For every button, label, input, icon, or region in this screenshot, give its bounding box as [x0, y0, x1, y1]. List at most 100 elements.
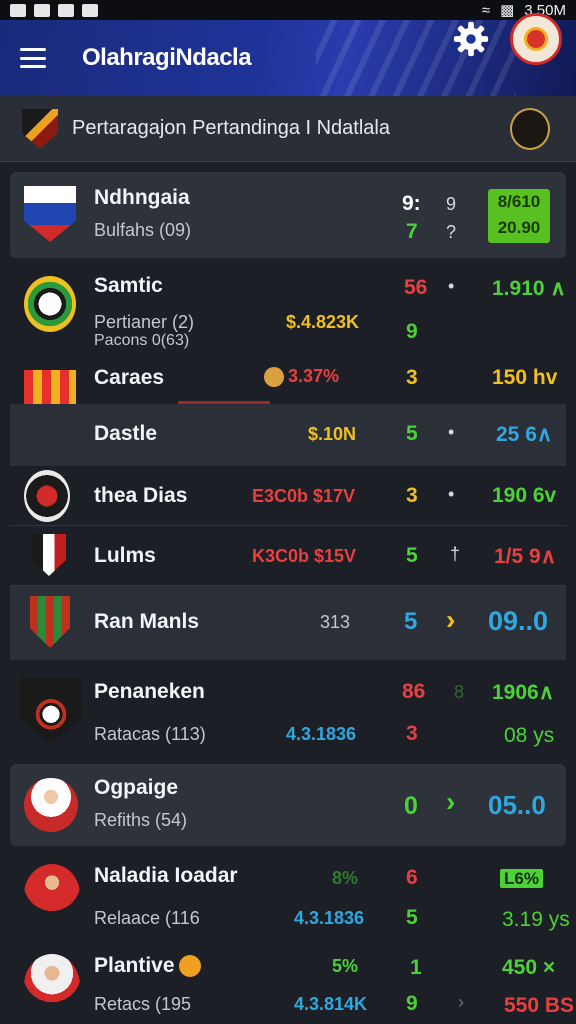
team-shield-icon	[30, 596, 70, 648]
score-value: 3	[406, 366, 418, 389]
match-row[interactable]: Dastle $.10N 5 • 25 6∧	[10, 404, 566, 466]
price-value[interactable]: 1906∧	[492, 680, 554, 705]
subheader: Pertaragajon Pertandinga I Ndatlala	[0, 96, 576, 162]
trend-indicator: 9	[446, 194, 457, 214]
odds-box-top: 8/610	[497, 192, 541, 211]
score-value: 9	[406, 320, 418, 343]
odds-value-2: 4.3.814K	[294, 994, 368, 1014]
team-name: Plantive	[94, 954, 201, 978]
score-value: 9	[406, 992, 418, 1015]
league-badge-icon[interactable]	[510, 108, 550, 150]
price-value[interactable]: L6%	[500, 866, 543, 890]
odds-value: 8%	[332, 868, 359, 888]
price-value[interactable]: 09..0	[488, 606, 548, 637]
price-value-2: 08 ys	[504, 724, 555, 747]
status-bar: ≈ ▩ 3.50M	[0, 0, 576, 20]
price-value[interactable]: 1.910 ∧	[492, 276, 566, 301]
team-subtitle: Pertianer (2)	[94, 312, 195, 332]
team-subtitle: Relaace (116	[94, 908, 200, 928]
trend-indicator: •	[448, 276, 455, 296]
team-shield-icon	[20, 678, 82, 744]
team-name: thea Dias	[94, 484, 188, 507]
team-subtitle: Refiths (54)	[94, 810, 188, 830]
price-value-2: 550 BS	[504, 994, 575, 1017]
match-row[interactable]: Plantive Retacs (195 5% 4.3.814K 1 9 › 4…	[10, 940, 574, 1024]
match-row[interactable]: thea Dias E3C0b $17V 3 • 190 6v	[10, 466, 566, 526]
team-subtitle: Ratacas (113)	[94, 724, 206, 744]
team-name: Ndhngaia	[94, 186, 190, 209]
player-avatar	[24, 864, 80, 926]
match-row[interactable]: Naladia Ioadar Relaace (116 8% 4.3.1836 …	[10, 852, 570, 940]
team-crest-icon	[24, 470, 70, 522]
league-shield-icon	[22, 108, 58, 149]
odds-box[interactable]: 8/610 20.90	[488, 189, 550, 243]
club-logo[interactable]	[510, 13, 562, 65]
odds-value: E3C0b $17V	[252, 486, 356, 506]
trend-indicator: ›	[446, 786, 456, 817]
score-value: 56	[404, 276, 428, 299]
team-shield-icon	[32, 534, 66, 576]
team-name-text: Plantive	[94, 954, 175, 977]
score-value: 7	[406, 220, 418, 243]
trend-indicator: ›	[446, 604, 456, 635]
notification-icon	[82, 3, 98, 17]
team-name: Ran Manls	[94, 610, 200, 633]
wifi-icon: ≈	[481, 1, 491, 19]
score-value: 1	[410, 956, 422, 979]
price-value[interactable]: 450 ×	[502, 956, 555, 980]
price-value[interactable]: 05..0	[488, 790, 546, 821]
match-row[interactable]: Lulms K3C0b $15V 5 † 1/5 9∧	[10, 526, 566, 586]
team-subtitle: Retacs (195	[94, 994, 192, 1014]
score-value: 3	[406, 484, 418, 507]
player-avatar	[24, 954, 80, 1018]
price-value[interactable]: 25 6∧	[496, 422, 552, 447]
score-value: 5	[406, 544, 418, 567]
match-row[interactable]: Ogpaige Refiths (54) 0 › 05..0	[10, 764, 566, 846]
team-name: Caraes	[94, 366, 165, 389]
match-row[interactable]: Caraes 3.37% 3 150 hv	[10, 358, 566, 426]
signal-icon: ▩	[500, 2, 515, 19]
coin-icon	[264, 367, 284, 388]
team-subtitle-2: Pacons 0(63)	[94, 332, 190, 349]
odds-value: $.10N	[308, 424, 357, 444]
odds-box-bottom: 20.90	[497, 218, 541, 237]
subheader-title: Pertaragajon Pertandinga I Ndatlala	[72, 117, 390, 139]
score-value: 86	[402, 680, 426, 703]
emoji-icon	[178, 955, 201, 978]
match-row[interactable]: Ndhngaia Bulfahs (09) 9: 7 9 ? 8/610 20.…	[10, 172, 566, 258]
price-value[interactable]: 1/5 9∧	[494, 544, 556, 569]
odds-value: 5%	[332, 956, 359, 976]
odds-value: 313	[320, 612, 351, 632]
match-row[interactable]: Ran Manls 313 5 › 09..0	[10, 586, 566, 660]
trend-indicator: ?	[446, 222, 457, 242]
odds-value: 3.37%	[264, 366, 340, 388]
price-value[interactable]: 150 hv	[492, 366, 557, 390]
match-row[interactable]: Penaneken Ratacas (113) 4.3.1836 86 3 8 …	[10, 664, 566, 758]
odds-value: K3C0b $15V	[252, 546, 357, 566]
score-value: 5	[406, 906, 418, 929]
odds-text: 3.37%	[288, 366, 340, 386]
score-value: 5	[404, 608, 418, 635]
score-value: 5	[406, 422, 418, 445]
score-value: 3	[406, 722, 418, 745]
odds-value: $.4.823K	[286, 312, 360, 332]
score-value: 0	[404, 792, 418, 820]
notification-icon	[10, 3, 26, 17]
team-name: Dastle	[94, 422, 158, 445]
team-name: Lulms	[94, 544, 156, 567]
trend-indicator: †	[450, 544, 461, 564]
team-subtitle: Bulfahs (09)	[94, 220, 192, 240]
score-value: 9:	[402, 192, 421, 215]
trend-indicator: 8	[454, 682, 465, 702]
team-name: Penaneken	[94, 680, 205, 703]
score-value: 6	[406, 866, 418, 889]
price-badge: L6%	[500, 869, 543, 888]
odds-value: 4.3.1836	[286, 724, 357, 744]
gear-icon[interactable]	[452, 20, 490, 58]
price-value-2: 3.19 ys	[502, 908, 570, 931]
price-value[interactable]: 190 6v	[492, 484, 556, 508]
menu-icon[interactable]	[20, 48, 46, 68]
player-avatar	[24, 778, 78, 832]
match-row[interactable]: Samtic Pertianer (2) Pacons 0(63) $.4.82…	[10, 262, 566, 358]
trend-indicator: •	[448, 422, 455, 442]
